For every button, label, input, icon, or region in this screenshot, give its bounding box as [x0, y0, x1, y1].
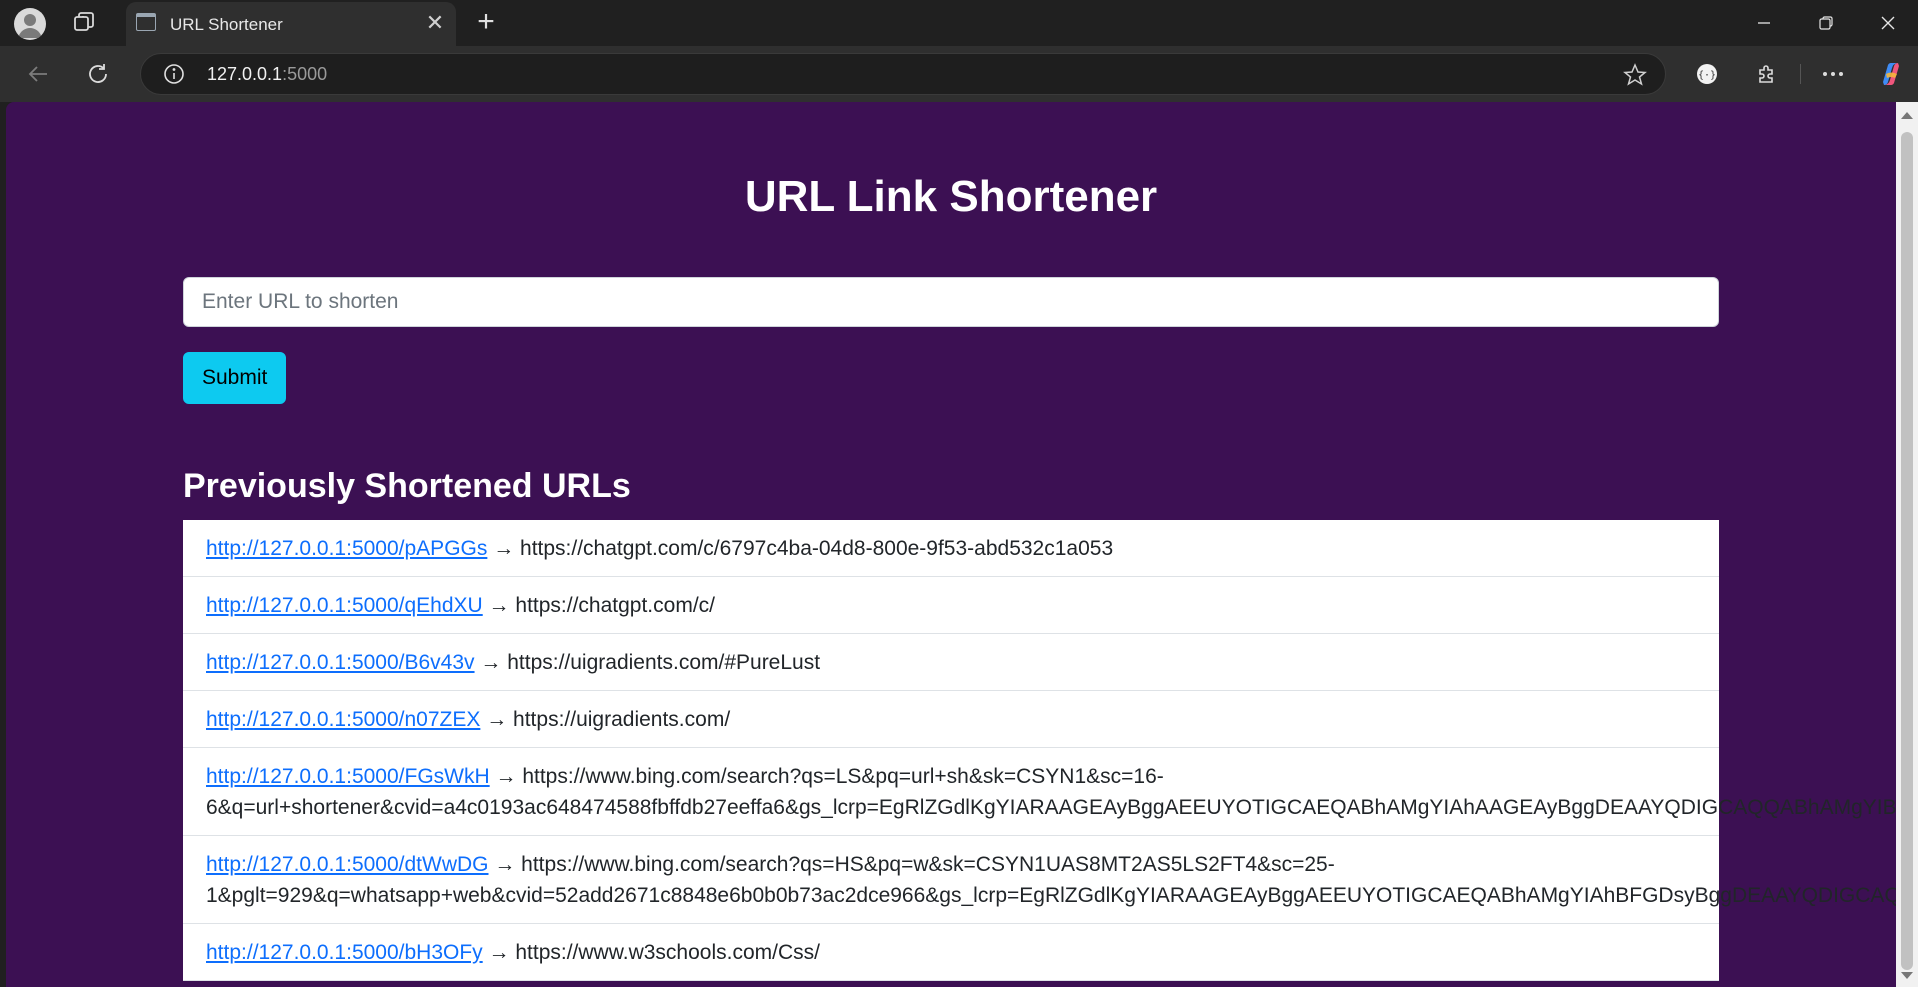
page-title: URL Link Shortener [744, 172, 1158, 221]
active-tab[interactable]: URL Shortener ✕ [126, 2, 456, 46]
browser-tab-bar: URL Shortener ✕ + [0, 0, 1918, 46]
list-item: http://127.0.0.1:5000/FGsWkH → https://w… [183, 748, 1896, 836]
shortened-url-list: http://127.0.0.1:5000/pAPGGs → https://c… [183, 520, 1896, 981]
original-url: https://chatgpt.com/c/ [515, 594, 715, 617]
list-item: http://127.0.0.1:5000/dtWwDG → https://w… [183, 836, 1896, 924]
original-url-continued: 6&q=url+shortener&cvid=a4c0193ac64847458… [206, 796, 1896, 819]
original-url-continued: 1&pglt=929&q=whatsapp+web&cvid=52add2671… [206, 884, 1896, 907]
restore-icon[interactable] [1796, 0, 1856, 46]
short-url-link[interactable]: http://127.0.0.1:5000/n07ZEX [206, 708, 480, 731]
list-item: http://127.0.0.1:5000/B6v43v → https://u… [183, 634, 1719, 691]
history-heading: Previously Shortened URLs [183, 467, 631, 505]
arrow-separator: → [474, 651, 508, 674]
scrollbar-thumb[interactable] [1901, 132, 1913, 970]
original-url: https://www.bing.com/search?qs=LS&pq=url… [522, 765, 1164, 788]
submit-button[interactable]: Submit [183, 352, 287, 404]
more-menu-icon[interactable] [1818, 59, 1848, 89]
reload-icon[interactable] [82, 58, 114, 90]
favorite-star-icon[interactable] [1623, 63, 1647, 87]
original-url: https://uigradients.com/#PureLust [507, 651, 821, 674]
arrow-separator: → [480, 708, 514, 731]
arrow-separator: → [488, 853, 522, 876]
close-tab-icon[interactable]: ✕ [424, 12, 446, 34]
page-viewport: URL Link Shortener Submit Previously Sho… [6, 102, 1896, 987]
back-arrow-icon[interactable] [22, 58, 54, 90]
arrow-separator: → [489, 765, 523, 788]
tab-title: URL Shortener [170, 15, 283, 34]
profile-avatar-icon[interactable] [14, 8, 46, 40]
original-url: https://www.bing.com/search?qs=HS&pq=w&s… [521, 853, 1335, 876]
short-url-link[interactable]: http://127.0.0.1:5000/bH3OFy [206, 941, 483, 964]
vertical-scrollbar[interactable] [1896, 102, 1918, 987]
short-url-link[interactable]: http://127.0.0.1:5000/pAPGGs [206, 537, 487, 560]
list-item: http://127.0.0.1:5000/bH3OFy → https://w… [183, 924, 1719, 981]
close-window-icon[interactable] [1858, 0, 1918, 46]
svg-text:{·}: {·} [1698, 70, 1716, 81]
list-item: http://127.0.0.1:5000/qEhdXU → https://c… [183, 577, 1719, 634]
copilot-icon[interactable] [1876, 59, 1906, 89]
scroll-up-icon[interactable] [1901, 112, 1913, 119]
original-url: https://www.w3schools.com/Css/ [515, 941, 820, 964]
reading-mode-icon[interactable]: {·} [1692, 59, 1722, 89]
url-input[interactable] [183, 277, 1719, 327]
short-url-link[interactable]: http://127.0.0.1:5000/FGsWkH [206, 765, 490, 788]
short-url-link[interactable]: http://127.0.0.1:5000/dtWwDG [206, 853, 489, 876]
address-bar[interactable]: 127.0.0.1:5000 [140, 53, 1666, 95]
workspaces-icon[interactable] [72, 10, 98, 36]
arrow-separator: → [482, 594, 516, 617]
page-favicon-icon [136, 13, 156, 31]
browser-toolbar: 127.0.0.1:5000 {·} [0, 46, 1918, 102]
new-tab-icon[interactable]: + [470, 6, 502, 38]
list-item: http://127.0.0.1:5000/pAPGGs → https://c… [183, 520, 1719, 577]
original-url: https://uigradients.com/ [513, 708, 731, 731]
toolbar-divider [1800, 64, 1801, 84]
list-item: http://127.0.0.1:5000/n07ZEX → https://u… [183, 691, 1719, 748]
scroll-down-icon[interactable] [1901, 972, 1913, 979]
minimize-icon[interactable] [1734, 0, 1794, 46]
address-host: 127.0.0.1 [207, 64, 283, 84]
site-info-icon[interactable] [163, 63, 185, 85]
address-url[interactable]: 127.0.0.1:5000 [207, 64, 327, 85]
arrow-separator: → [482, 941, 516, 964]
extensions-icon[interactable] [1752, 59, 1782, 89]
short-url-link[interactable]: http://127.0.0.1:5000/B6v43v [206, 651, 475, 674]
original-url: https://chatgpt.com/c/6797c4ba-04d8-800e… [520, 537, 1114, 560]
short-url-link[interactable]: http://127.0.0.1:5000/qEhdXU [206, 594, 483, 617]
address-port: :5000 [282, 64, 328, 84]
arrow-separator: → [487, 537, 521, 560]
